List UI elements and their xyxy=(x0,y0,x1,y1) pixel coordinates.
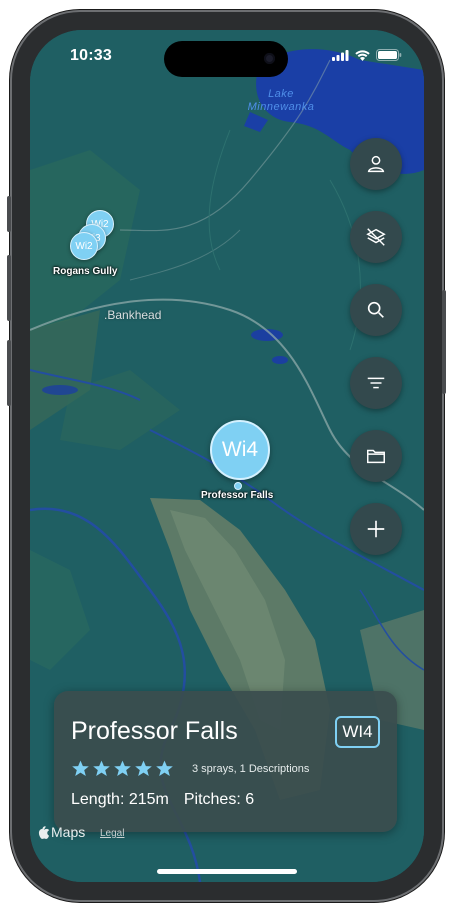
place-label-bankhead: .Bankhead xyxy=(104,308,161,322)
selected-pin-location-dot xyxy=(234,482,242,490)
filter-button[interactable] xyxy=(350,357,402,409)
star-icon xyxy=(72,760,89,776)
star-rating xyxy=(71,759,174,778)
star-icon xyxy=(114,760,131,776)
map-pin-small[interactable]: Wi2 xyxy=(70,232,98,260)
legal-link[interactable]: Legal xyxy=(100,828,124,839)
power-button xyxy=(442,290,446,394)
search-icon xyxy=(367,301,384,318)
star-icon xyxy=(93,760,110,776)
profile-button[interactable] xyxy=(350,138,402,190)
status-time: 10:33 xyxy=(70,47,112,64)
add-button[interactable] xyxy=(350,503,402,555)
place-label-text: Bankhead xyxy=(107,308,162,322)
cluster-label: Rogans Gully xyxy=(53,266,118,277)
apple-maps-logo[interactable]: Maps xyxy=(38,824,85,840)
status-icons xyxy=(332,49,402,61)
person-icon xyxy=(367,155,385,173)
lake-label-line2: Minnewanka xyxy=(247,101,315,113)
folder-icon xyxy=(367,449,385,464)
filter-lines-icon xyxy=(367,377,385,389)
folder-button[interactable] xyxy=(350,430,402,482)
dynamic-island xyxy=(164,41,288,77)
battery-icon xyxy=(376,49,402,61)
apple-logo-icon xyxy=(38,825,49,839)
screen: 10:33 Lake Minnewanka .Bankhead Wi2 Wi3 … xyxy=(30,30,424,882)
route-pitches: Pitches: 6 xyxy=(183,791,255,808)
grade-badge: WI4 xyxy=(335,716,380,748)
route-title: Professor Falls xyxy=(71,717,238,745)
search-button[interactable] xyxy=(350,284,402,336)
route-info-card[interactable]: Professor Falls WI4 3 sprays, 1 Descript… xyxy=(54,691,397,832)
home-indicator[interactable] xyxy=(157,869,297,874)
route-length: Length: 215m xyxy=(71,791,169,808)
layers-slash-icon xyxy=(366,228,386,246)
review-count: 3 sprays, 1 Descriptions xyxy=(192,763,310,775)
maps-label: Maps xyxy=(51,824,86,840)
lake-label: Lake Minnewanka xyxy=(236,88,326,114)
plus-icon xyxy=(367,520,385,538)
selected-pin-label: Professor Falls xyxy=(201,490,274,501)
mute-switch xyxy=(7,196,11,232)
star-icon xyxy=(135,760,152,776)
wifi-icon xyxy=(355,49,370,61)
volume-down-button xyxy=(7,340,11,406)
star-icon xyxy=(156,760,173,776)
cellular-signal-icon xyxy=(332,49,349,61)
volume-up-button xyxy=(7,255,11,321)
route-stats: Length: 215m Pitches: 6 xyxy=(71,791,254,809)
camera-icon xyxy=(264,53,275,64)
layers-toggle-button[interactable] xyxy=(350,211,402,263)
selected-map-pin[interactable]: Wi4 xyxy=(210,420,270,480)
lake-label-line1: Lake xyxy=(268,88,294,100)
